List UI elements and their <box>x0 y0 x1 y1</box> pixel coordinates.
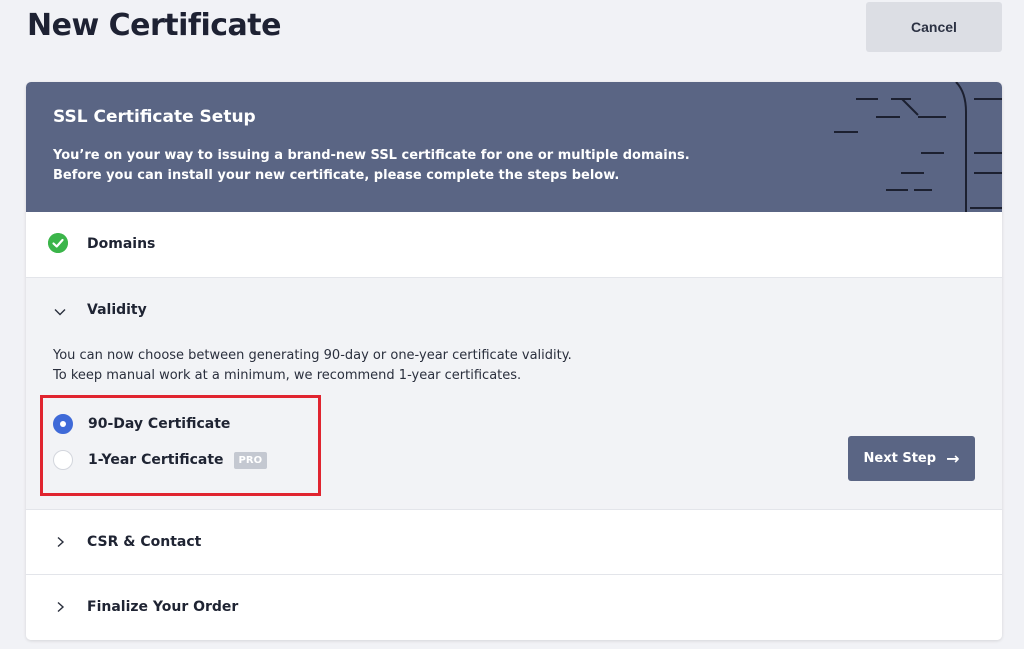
option-1-year[interactable]: 1-Year Certificate PRO <box>53 449 268 471</box>
step-domains-header[interactable]: Domains <box>26 212 1002 276</box>
option-90-day[interactable]: 90-Day Certificate <box>53 413 230 435</box>
validity-description: You can now choose between generating 90… <box>53 346 813 386</box>
check-circle-icon <box>48 233 68 253</box>
chevron-right-icon <box>57 601 65 613</box>
validity-description-line-2: To keep manual work at a minimum, we rec… <box>53 368 522 383</box>
radio-90-day[interactable] <box>53 414 73 434</box>
step-validity-label: Validity <box>87 302 147 318</box>
circuit-decoration-icon <box>834 82 1002 212</box>
step-csr-contact-header[interactable]: CSR & Contact <box>26 510 1002 574</box>
certificate-setup-card: SSL Certificate Setup You’re on your way… <box>26 82 1002 640</box>
step-csr-contact-label: CSR & Contact <box>87 534 202 550</box>
setup-description: You’re on your way to issuing a brand-ne… <box>53 146 813 186</box>
step-validity-header[interactable]: Validity <box>26 278 1002 342</box>
setup-description-line-1: You’re on your way to issuing a brand-ne… <box>53 148 690 163</box>
option-1-year-label: 1-Year Certificate <box>88 452 224 468</box>
page-title: New Certificate <box>27 8 281 43</box>
option-90-day-label: 90-Day Certificate <box>88 416 231 432</box>
next-step-label: Next Step <box>863 451 937 466</box>
step-finalize-order-label: Finalize Your Order <box>87 599 239 615</box>
setup-title: SSL Certificate Setup <box>53 107 256 127</box>
setup-header: SSL Certificate Setup You’re on your way… <box>26 82 1002 212</box>
next-step-button[interactable]: Next Step → <box>848 436 975 481</box>
setup-description-line-2: Before you can install your new certific… <box>53 168 620 183</box>
step-csr-contact: CSR & Contact <box>26 510 1002 575</box>
pro-badge: PRO <box>233 451 268 469</box>
chevron-right-icon <box>57 536 65 548</box>
step-finalize-order: Finalize Your Order <box>26 575 1002 640</box>
step-domains-label: Domains <box>87 236 156 252</box>
cancel-button[interactable]: Cancel <box>866 2 1002 52</box>
arrow-right-icon: → <box>946 449 960 468</box>
step-finalize-order-header[interactable]: Finalize Your Order <box>26 575 1002 639</box>
step-validity: Validity You can now choose between gene… <box>26 278 1002 510</box>
validity-description-line-1: You can now choose between generating 90… <box>53 348 572 363</box>
chevron-down-icon <box>54 309 66 316</box>
step-domains: Domains <box>26 212 1002 278</box>
radio-1-year[interactable] <box>53 450 73 470</box>
